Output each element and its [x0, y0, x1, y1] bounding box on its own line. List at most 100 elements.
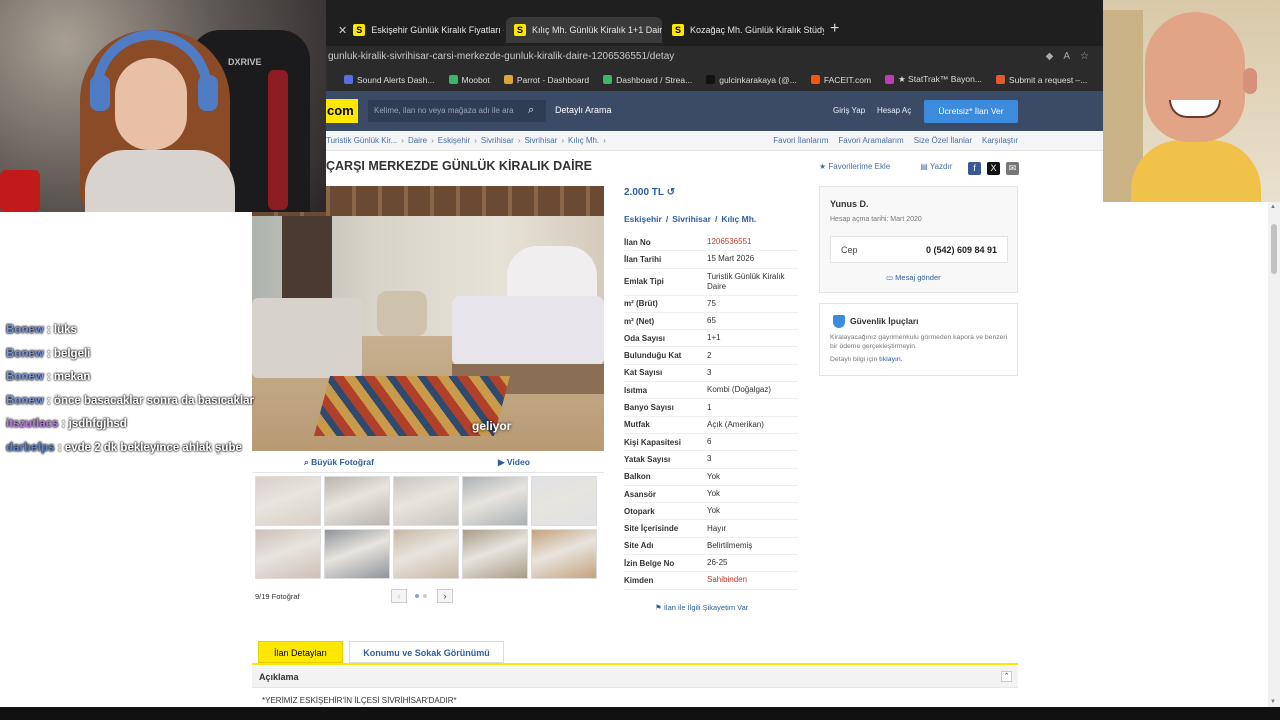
bookmark-item[interactable]: Sound Alerts Dash...	[344, 75, 435, 85]
breadcrumb-item[interactable]: Eskişehir	[438, 136, 470, 145]
location-link[interactable]: Kılıç Mh.	[721, 214, 756, 224]
detail-value: Belirtilmemiş	[707, 540, 753, 550]
detail-row: Emlak Tipi Turistik Günlük Kiralık Daire	[624, 269, 798, 296]
browser-tab-3[interactable]: S Kozağaç Mh. Günlük Kiralık Stüdy ✕	[664, 17, 824, 43]
close-icon[interactable]: ✕	[338, 24, 347, 37]
seller-name[interactable]: Yunus D.	[830, 199, 869, 209]
bookmark-item[interactable]: Moobot	[448, 75, 490, 85]
shortcut-link[interactable]: Favori İlanlarım	[773, 136, 828, 145]
address-bar[interactable]: gunluk-kiralik-sivrihisar-carsi-merkezde…	[326, 46, 1103, 68]
photo-thumbnail[interactable]	[393, 529, 459, 579]
detail-row: Oda Sayısı 1+1	[624, 330, 798, 348]
chat-username[interactable]: itszutlacs	[6, 418, 58, 430]
breadcrumb-item[interactable]: Sivrihisar	[524, 136, 557, 145]
post-listing-button[interactable]: Ücretsiz* İlan Ver	[924, 100, 1018, 123]
tab-location[interactable]: Konumu ve Sokak Görünümü	[349, 641, 504, 663]
detail-value: Kombi (Doğalgaz)	[707, 385, 772, 395]
browser-tab-2[interactable]: S Kılıç Mh. Günlük Kiralık 1+1 Daire ✕	[506, 17, 662, 43]
breadcrumb-item[interactable]: Kılıç Mh.	[568, 136, 599, 145]
headset-ear	[198, 75, 218, 111]
detail-row: Isıtma Kombi (Doğalgaz)	[624, 382, 798, 400]
phone-number[interactable]: 0 (542) 609 84 91	[926, 245, 997, 255]
chat-text: : evde 2 dk bekleyince ahlak şube	[57, 441, 242, 454]
photo-thumbnail[interactable]	[462, 529, 528, 579]
big-photo-link[interactable]: ⌕ Büyük Fotoğraf	[304, 457, 374, 468]
chat-message: Bonew : mekan	[6, 366, 306, 390]
bookmark-item[interactable]: FACEIT.com	[810, 75, 871, 85]
chair-brand: DXRIVE	[228, 57, 262, 67]
scroll-down-icon[interactable]: ▼	[1270, 699, 1276, 705]
bookmark-item[interactable]: ★ StatTrak™ Bayon...	[885, 74, 982, 85]
bookmark-item[interactable]: Dashboard / Strea...	[603, 75, 692, 85]
report-label: İlan ile İlgili Şikayetim Var	[663, 603, 749, 612]
advanced-search-link[interactable]: Detaylı Arama	[555, 105, 612, 115]
register-link[interactable]: Hesap Aç	[877, 106, 911, 115]
chat-username[interactable]: Bonew	[6, 348, 44, 360]
photo-thumbnail[interactable]	[255, 476, 321, 526]
detail-row: m² (Brüt) 75	[624, 296, 798, 313]
safety-text: Kiralayacağınız gayrimenkulu görmeden ka…	[830, 334, 1008, 350]
photo-thumbnail[interactable]	[324, 529, 390, 579]
add-favorite-link[interactable]: ★ Favorilerime Ekle	[819, 162, 890, 171]
bookmark-item[interactable]: Parrot - Dashboard	[503, 75, 589, 85]
photo-thumbnail[interactable]	[324, 476, 390, 526]
report-link[interactable]: ⚑ İlan ile İlgili Şikayetim Var	[655, 603, 748, 612]
shortcut-link[interactable]: Karşılaştır	[982, 136, 1018, 145]
history-icon[interactable]: ↺	[667, 187, 675, 198]
send-message-link[interactable]: ▭ Mesaj gönder	[886, 273, 941, 282]
scrollbar[interactable]: ▲ ▼	[1268, 202, 1280, 707]
print-link[interactable]: ▤ Yazdır	[920, 162, 952, 171]
print-icon: ▤	[920, 162, 930, 171]
photo-thumbnail[interactable]	[255, 529, 321, 579]
tab-listing-details[interactable]: İlan Detayları	[258, 641, 343, 663]
photo-thumbnail[interactable]	[531, 529, 597, 579]
prev-photo-button[interactable]: ‹	[391, 589, 407, 603]
detail-value: 15 Mart 2026	[707, 254, 755, 264]
chat-username[interactable]: Bonew	[6, 371, 44, 383]
safety-more-link[interactable]: tıklayın.	[879, 356, 902, 363]
star-icon: ★	[819, 162, 829, 171]
breadcrumb-item[interactable]: Daire	[408, 136, 427, 145]
detail-row: Mutfak Açık (Amerikan)	[624, 417, 798, 434]
address-bar-icons[interactable]: ◆A☆	[1046, 46, 1099, 68]
pager-dot[interactable]	[423, 594, 427, 598]
breadcrumb-item[interactable]: Turistik Günlük Kir...	[326, 136, 397, 145]
browser-tab-1[interactable]: ✕ S Eskişehir Günlük Kiralık Fiyatları -…	[326, 17, 504, 43]
location-link[interactable]: Sivrihisar	[672, 214, 711, 224]
search-input[interactable]: Kelime, ilan no veya mağaza adı ile ara	[368, 100, 546, 122]
scroll-thumb[interactable]	[1271, 224, 1277, 274]
location-link[interactable]: Eskişehir	[624, 214, 662, 224]
facebook-share-icon[interactable]: f	[968, 162, 981, 175]
pager-dot[interactable]	[415, 594, 419, 598]
x-share-icon[interactable]: X	[987, 162, 1000, 175]
detail-key: Kimden	[624, 575, 654, 585]
bookmark-label: Dashboard / Strea...	[616, 74, 693, 85]
detail-value: 75	[707, 298, 716, 308]
video-link[interactable]: ▶ Video	[498, 457, 530, 468]
next-photo-button[interactable]: ›	[437, 589, 453, 603]
chat-username[interactable]: Bonew	[6, 324, 44, 336]
email-share-icon[interactable]: ✉	[1006, 162, 1019, 175]
scroll-up-icon[interactable]: ▲	[1270, 204, 1276, 210]
flag-icon: ⚑	[655, 603, 664, 612]
site-logo[interactable]: com	[326, 99, 358, 123]
shortcut-link[interactable]: Size Özel İlanlar	[914, 136, 972, 145]
detail-key: Isıtma	[624, 385, 648, 395]
photo-thumbnail[interactable]	[393, 476, 459, 526]
collapse-icon[interactable]: ⌃	[1001, 671, 1012, 682]
new-tab-icon[interactable]: +	[830, 20, 839, 38]
search-icon[interactable]: ⌕	[528, 104, 534, 117]
breadcrumb-item[interactable]: Sivrihisar	[481, 136, 514, 145]
login-link[interactable]: Giriş Yap	[833, 106, 865, 115]
chevron-right-icon: ›	[431, 136, 434, 145]
chat-username[interactable]: darbefps	[6, 442, 55, 454]
detail-row: Asansör Yok	[624, 486, 798, 504]
shortcut-link[interactable]: Favori Aramalarım	[838, 136, 903, 145]
bookmark-item[interactable]: Submit a request –...	[995, 75, 1087, 85]
photo-thumbnail[interactable]	[462, 476, 528, 526]
chat-username[interactable]: Bonew	[6, 395, 44, 407]
bookmark-item[interactable]: gulcinkarakaya (@...	[706, 75, 797, 85]
photo-thumbnail[interactable]	[531, 476, 597, 526]
detail-row: Balkon Yok	[624, 469, 798, 486]
cam-body	[1131, 140, 1261, 202]
